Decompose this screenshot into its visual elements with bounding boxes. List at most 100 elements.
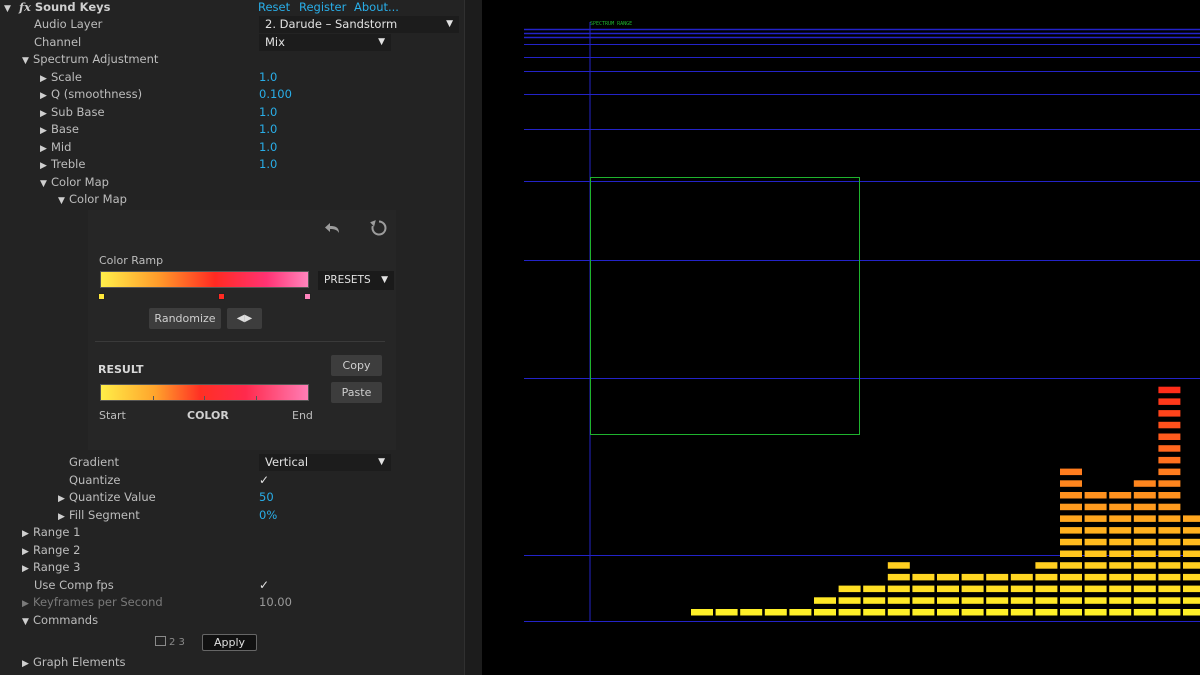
graph-elements-label: Graph Elements: [33, 655, 126, 669]
fill-segment-value[interactable]: 0%: [259, 507, 277, 525]
about-link[interactable]: About...: [354, 0, 399, 15]
copy-button[interactable]: Copy: [331, 355, 382, 376]
equalizer-segment: [1060, 609, 1082, 616]
range-box[interactable]: [590, 177, 860, 435]
scale-value[interactable]: 1.0: [259, 69, 277, 87]
color-map-sub-label: Color Map: [69, 192, 127, 206]
equalizer-segment: [1133, 597, 1156, 604]
randomize-button[interactable]: Randomize: [149, 308, 221, 329]
spectrum-adjustment-group[interactable]: ▼ Spectrum Adjustment: [0, 51, 464, 69]
equalizer-segment: [1183, 609, 1200, 616]
collapse-triangle-icon[interactable]: ▼: [58, 193, 69, 211]
equalizer-segment: [838, 597, 861, 604]
scale-row: ▶ Scale 1.0: [0, 69, 464, 87]
expand-triangle-icon[interactable]: ▶: [22, 561, 33, 579]
equalizer-segment: [1084, 562, 1107, 569]
swap-arrows-button[interactable]: ◀▶: [227, 308, 262, 329]
equalizer-segment: [1183, 573, 1200, 581]
book-icon: [155, 636, 166, 646]
equalizer-segment: [764, 609, 787, 616]
start-label: Start: [99, 409, 126, 422]
treble-value[interactable]: 1.0: [259, 156, 277, 174]
result-label: RESULT: [98, 363, 144, 376]
scale-label: Scale: [51, 70, 82, 84]
collapse-triangle-icon[interactable]: ▼: [22, 53, 33, 71]
equalizer-segment: [1158, 515, 1181, 522]
equalizer-segment: [912, 609, 935, 616]
equalizer-segment: [1109, 538, 1132, 546]
paste-button[interactable]: Paste: [331, 382, 382, 403]
spectrum-adjustment-label: Spectrum Adjustment: [33, 52, 159, 66]
equalizer-segment: [912, 597, 935, 604]
expand-triangle-icon[interactable]: ▶: [40, 123, 51, 141]
effect-title[interactable]: ▼ fx Sound Keys: [4, 0, 110, 17]
sub-base-value[interactable]: 1.0: [259, 104, 277, 122]
expand-triangle-icon[interactable]: ▶: [22, 526, 33, 544]
equalizer-segment: [1084, 597, 1107, 604]
equalizer-segment: [1183, 597, 1200, 604]
color-map-subgroup[interactable]: ▼ Color Map: [0, 191, 464, 209]
equalizer-segment: [1158, 527, 1181, 534]
equalizer-segment: [1109, 492, 1132, 499]
expand-triangle-icon[interactable]: ▶: [40, 88, 51, 106]
equalizer-segment: [1060, 503, 1082, 511]
ramp-stop-yellow[interactable]: [98, 293, 105, 300]
fx-icon[interactable]: fx: [19, 0, 31, 14]
mid-value[interactable]: 1.0: [259, 139, 277, 157]
quantize-checkbox[interactable]: ✓: [259, 472, 269, 490]
result-tick: [256, 396, 257, 401]
color-ramp-bar[interactable]: [100, 271, 309, 288]
undo-icon[interactable]: [324, 220, 342, 236]
graph-elements-group[interactable]: ▶ Graph Elements: [0, 654, 464, 672]
q-smoothness-value[interactable]: 0.100: [259, 86, 292, 104]
expand-triangle-icon[interactable]: ▶: [58, 491, 69, 509]
ramp-stop-red[interactable]: [218, 293, 225, 300]
gradient-dropdown[interactable]: Vertical ▼: [259, 454, 391, 471]
equalizer-segment: [887, 562, 910, 569]
sub-base-label: Sub Base: [51, 105, 105, 119]
equalizer-segment: [1158, 386, 1181, 394]
equalizer-segment: [1133, 585, 1156, 593]
collapse-triangle-icon[interactable]: ▼: [22, 614, 33, 632]
apply-button[interactable]: Apply: [202, 634, 257, 651]
panel-divider[interactable]: [464, 0, 482, 675]
equalizer-segment: [1133, 550, 1156, 557]
use-comp-fps-checkbox[interactable]: ✓: [259, 577, 269, 595]
reset-icon[interactable]: [370, 219, 388, 237]
quantize-value[interactable]: 50: [259, 489, 274, 507]
treble-row: ▶ Treble 1.0: [0, 156, 464, 174]
register-link[interactable]: Register: [299, 0, 346, 15]
base-value[interactable]: 1.0: [259, 121, 277, 139]
treble-label: Treble: [51, 157, 86, 171]
color-label: COLOR: [187, 409, 229, 422]
keyframes-per-second-value: 10.00: [259, 595, 292, 609]
range-3-label: Range 3: [33, 560, 81, 574]
equalizer-segment: [1183, 562, 1200, 569]
channel-label: Channel: [34, 35, 82, 49]
channel-value: Mix: [265, 35, 285, 49]
effect-header: ▼ fx Sound Keys Reset Register About...: [0, 0, 464, 15]
equalizer-segment: [1133, 503, 1156, 511]
equalizer-segment: [1084, 585, 1107, 593]
equalizer-segment: [986, 573, 1009, 581]
equalizer-segment: [887, 573, 910, 581]
commands-group[interactable]: ▼ Commands: [0, 612, 464, 630]
composition-viewer[interactable]: SPECTRUM RANGE: [482, 0, 1200, 675]
channel-dropdown[interactable]: Mix ▼: [259, 34, 391, 51]
equalizer-segment: [1133, 480, 1156, 487]
range-2-group[interactable]: ▶ Range 2: [0, 542, 464, 560]
range-3-group[interactable]: ▶ Range 3: [0, 559, 464, 577]
presets-dropdown[interactable]: PRESETS ▼: [318, 271, 394, 290]
expand-triangle-icon[interactable]: ▶: [40, 158, 51, 176]
command-pages[interactable]: 2 3: [155, 636, 185, 648]
equalizer-segment: [1158, 492, 1181, 499]
range-1-group[interactable]: ▶ Range 1: [0, 524, 464, 542]
fill-segment-label: Fill Segment: [69, 508, 140, 522]
reset-link[interactable]: Reset: [258, 0, 290, 15]
result-tick: [153, 396, 154, 401]
overlay-label: SPECTRUM RANGE: [590, 21, 632, 27]
expand-triangle-icon[interactable]: ▶: [22, 656, 33, 674]
ramp-stop-pink[interactable]: [304, 293, 311, 300]
audio-layer-dropdown[interactable]: 2. Darude – Sandstorm ▼: [259, 16, 459, 33]
color-map-group[interactable]: ▼ Color Map: [0, 174, 464, 192]
